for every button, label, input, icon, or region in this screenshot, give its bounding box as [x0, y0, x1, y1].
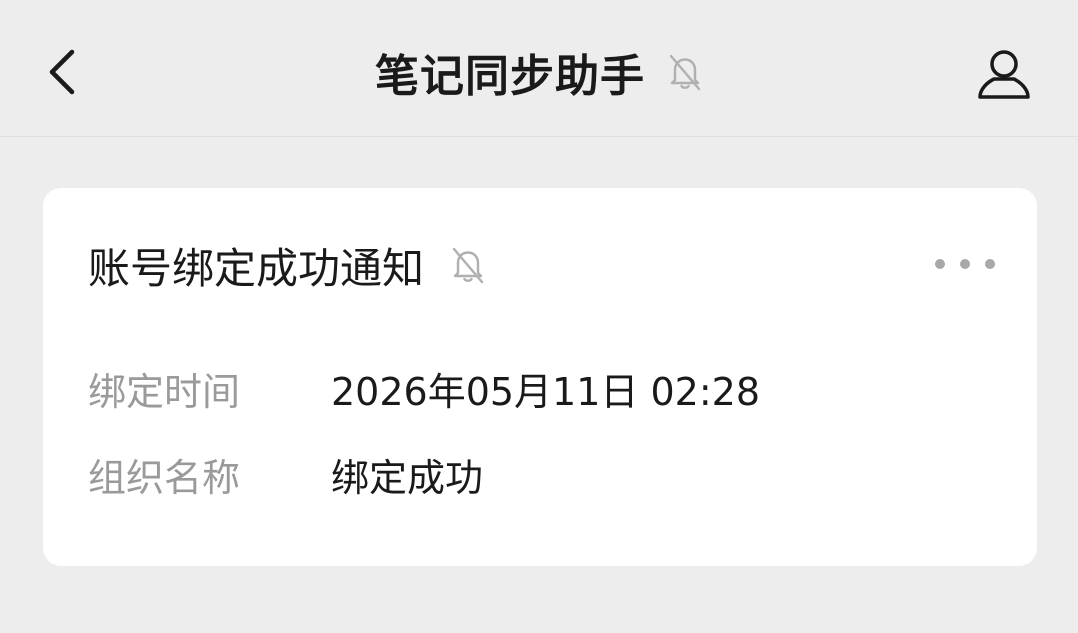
field-value: 2026年05月11日 02:28: [331, 369, 761, 414]
field-value: 绑定成功: [331, 455, 484, 500]
chat-title: 笔记同步助手: [375, 51, 645, 102]
top-nav-bar: 笔记同步助手: [0, 0, 1078, 137]
bell-off-icon: [669, 54, 701, 91]
card-title: 账号绑定成功通知: [88, 243, 425, 293]
user-icon: [978, 50, 1030, 99]
chat-title-group: 笔记同步助手: [0, 40, 1078, 104]
field-label: 绑定时间: [88, 369, 241, 414]
field-label: 组织名称: [88, 455, 241, 500]
more-dots-icon: [935, 259, 945, 269]
bell-off-icon: [452, 247, 484, 284]
more-dots-icon: [960, 259, 970, 269]
field-row-bind-time: 绑定时间 2026年05月11日 02:28: [88, 363, 761, 414]
card-header: 账号绑定成功通知: [88, 238, 486, 293]
more-options-button[interactable]: [935, 248, 995, 280]
more-dots-icon: [985, 259, 995, 269]
field-row-org-name: 组织名称 绑定成功: [88, 449, 484, 500]
notification-card[interactable]: 账号绑定成功通知 绑定时间 2026年05月11日 02:28 组织名称 绑定成…: [43, 188, 1037, 566]
profile-button[interactable]: [972, 44, 1036, 104]
